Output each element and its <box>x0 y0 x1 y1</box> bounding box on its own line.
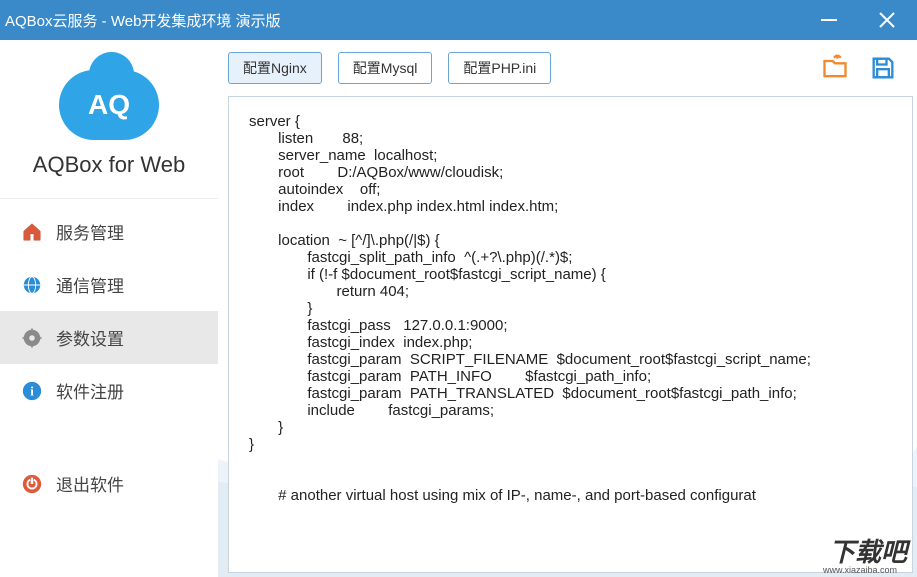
sidebar-item-comm[interactable]: 通信管理 <box>0 258 218 311</box>
config-editor[interactable]: server { listen 88; server_name localhos… <box>228 96 913 573</box>
sidebar-item-label: 软件注册 <box>56 378 124 403</box>
brand-text: AQBox for Web <box>33 152 185 178</box>
sidebar: AQ AQBox for Web 服务管理 通信管理 参数设置 <box>0 40 218 577</box>
cloud-logo: AQ <box>59 70 159 140</box>
open-folder-button[interactable] <box>819 52 851 84</box>
gear-icon <box>20 326 44 350</box>
config-phpini-button[interactable]: 配置PHP.ini <box>448 52 551 84</box>
svg-text:i: i <box>30 384 34 398</box>
sidebar-item-settings[interactable]: 参数设置 <box>0 311 218 364</box>
window-title: AQBox云服务 - Web开发集成环境 演示版 <box>5 10 809 31</box>
home-icon <box>20 220 44 244</box>
globe-icon <box>20 273 44 297</box>
toolbar: 配置Nginx 配置Mysql 配置PHP.ini <box>218 40 917 96</box>
sidebar-item-exit[interactable]: 退出软件 <box>0 457 218 510</box>
sidebar-item-label: 服务管理 <box>56 219 124 244</box>
sidebar-item-label: 退出软件 <box>56 471 124 496</box>
logo-area: AQ AQBox for Web <box>0 40 218 199</box>
close-button[interactable] <box>867 0 907 40</box>
config-mysql-button[interactable]: 配置Mysql <box>338 52 433 84</box>
sidebar-item-label: 参数设置 <box>56 325 124 350</box>
info-icon: i <box>20 379 44 403</box>
watermark-text: 下载吧 <box>829 532 907 569</box>
sidebar-item-service[interactable]: 服务管理 <box>0 205 218 258</box>
sidebar-item-register[interactable]: i 软件注册 <box>0 364 218 417</box>
power-icon <box>20 472 44 496</box>
watermark-url: www.xiazaiba.com <box>823 565 897 575</box>
minimize-button[interactable] <box>809 0 849 40</box>
save-button[interactable] <box>867 52 899 84</box>
sidebar-item-label: 通信管理 <box>56 272 124 297</box>
config-nginx-button[interactable]: 配置Nginx <box>228 52 322 84</box>
